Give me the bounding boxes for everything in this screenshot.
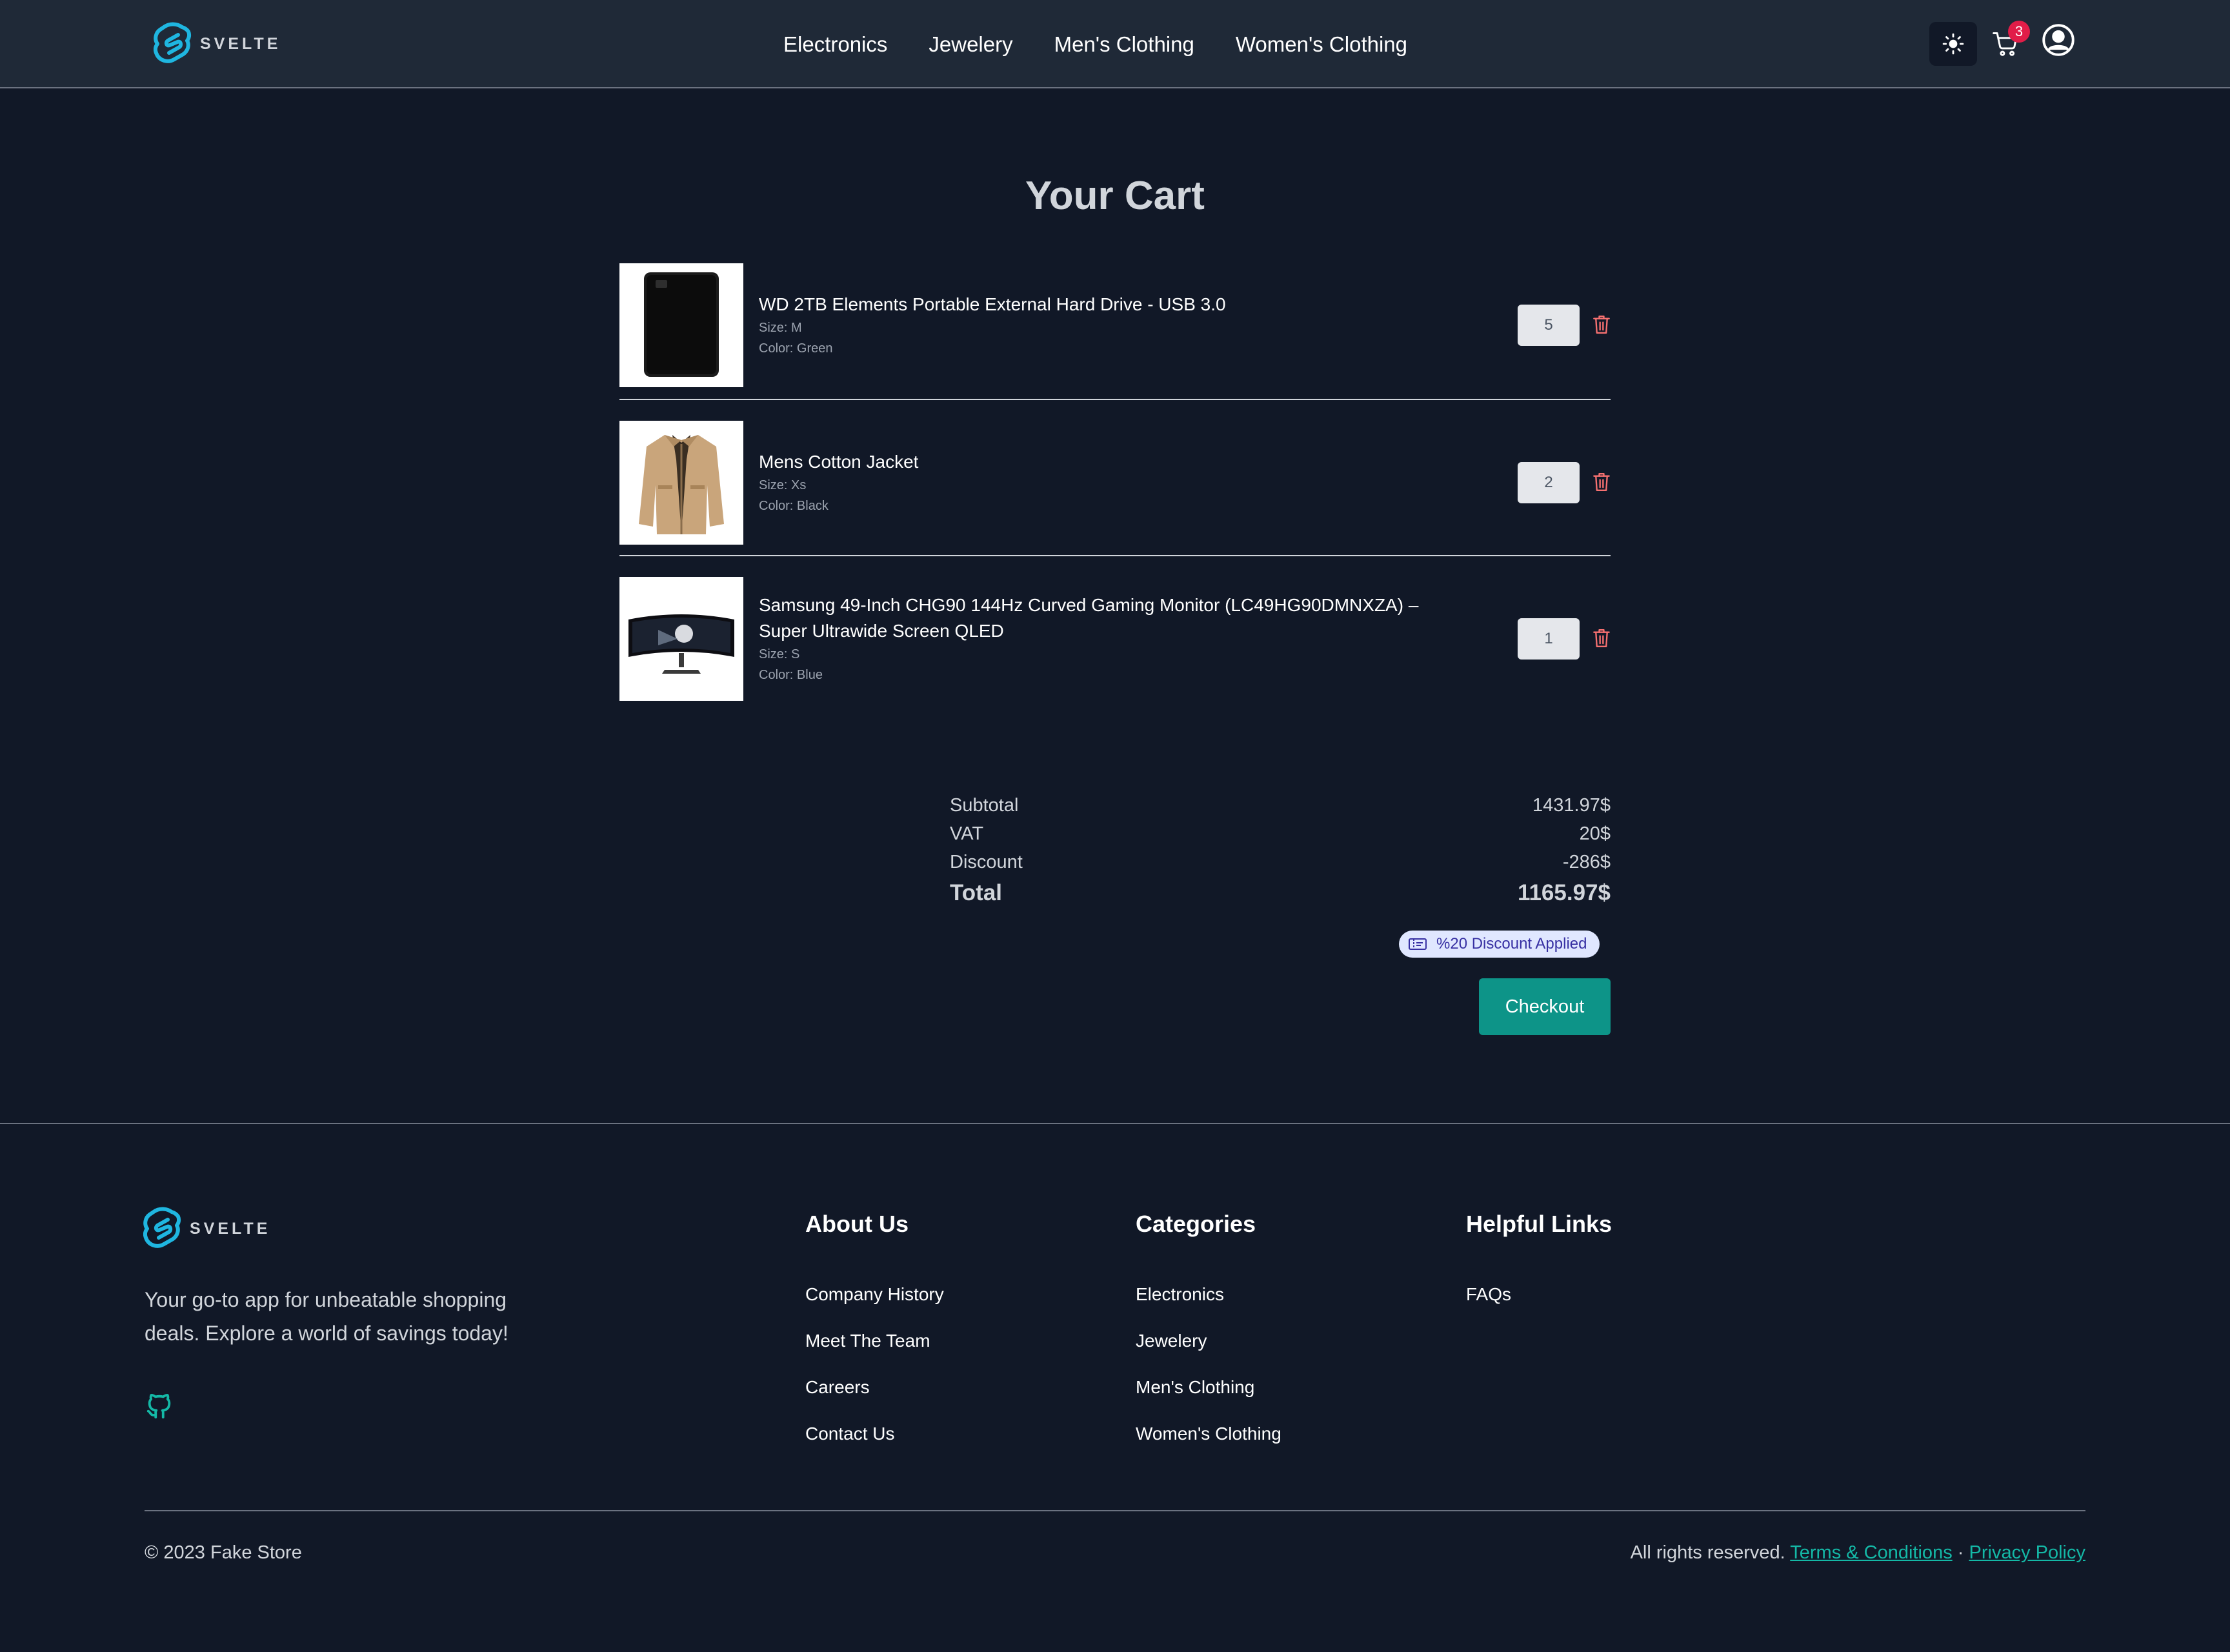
cart-count-badge: 3 bbox=[2008, 21, 2030, 43]
footer-helpful-title: Helpful Links bbox=[1466, 1211, 1612, 1237]
top-navbar: SVELTE Electronics Jewelery Men's Clothi… bbox=[0, 0, 2230, 88]
footer-categories-column: Categories Electronics Jewelery Men's Cl… bbox=[1136, 1208, 1281, 1457]
link-faqs[interactable]: FAQs bbox=[1466, 1271, 1612, 1318]
cart-item: Samsung 49-Inch CHG90 144Hz Curved Gamin… bbox=[619, 577, 1611, 701]
footer-categories-title: Categories bbox=[1136, 1211, 1256, 1237]
profile-button[interactable] bbox=[2040, 22, 2076, 58]
quantity-input[interactable]: 2 bbox=[1518, 462, 1580, 503]
cart-item-info: WD 2TB Elements Portable External Hard D… bbox=[759, 263, 1469, 387]
rights-text: All rights reserved. bbox=[1630, 1542, 1785, 1563]
discount-label: Discount bbox=[950, 852, 1023, 872]
sun-icon bbox=[1942, 33, 1964, 55]
footer-about-title: About Us bbox=[805, 1211, 909, 1237]
checkout-button[interactable]: Checkout bbox=[1479, 978, 1611, 1035]
page-title: Your Cart bbox=[1025, 174, 1205, 218]
item-name[interactable]: WD 2TB Elements Portable External Hard D… bbox=[759, 292, 1469, 317]
svelte-logo[interactable]: SVELTE bbox=[154, 21, 281, 67]
product-image-monitor[interactable] bbox=[619, 577, 743, 701]
item-name[interactable]: Samsung 49-Inch CHG90 144Hz Curved Gamin… bbox=[759, 592, 1469, 644]
main-nav: Electronics Jewelery Men's Clothing Wome… bbox=[783, 28, 1407, 61]
copyright-text: © 2023 Fake Store bbox=[145, 1542, 302, 1563]
legal-separator: · bbox=[1957, 1542, 1964, 1563]
item-size: Size: M bbox=[759, 321, 802, 335]
footer-logo-text: SVELTE bbox=[190, 1219, 271, 1238]
nav-womens-clothing[interactable]: Women's Clothing bbox=[1236, 32, 1407, 57]
footer-tagline: Your go-to app for unbeatable shopping d… bbox=[145, 1288, 508, 1345]
subtotal-row: Subtotal 1431.97$ bbox=[950, 791, 1611, 820]
order-summary: Subtotal 1431.97$ VAT 20$ Discount -286$… bbox=[950, 791, 1611, 910]
product-image-hard-drive[interactable] bbox=[619, 263, 743, 387]
github-icon[interactable] bbox=[145, 1391, 174, 1421]
total-row: Total 1165.97$ bbox=[950, 876, 1611, 910]
item-name[interactable]: Mens Cotton Jacket bbox=[759, 449, 1469, 475]
item-color: Color: Green bbox=[759, 341, 833, 356]
user-circle-icon bbox=[2042, 24, 2074, 56]
item-divider bbox=[619, 399, 1611, 400]
quantity-input[interactable]: 1 bbox=[1518, 618, 1580, 660]
footer-bottom-divider bbox=[145, 1510, 2085, 1511]
discount-badge: %20 Discount Applied bbox=[1399, 931, 1600, 958]
nav-jewelery[interactable]: Jewelery bbox=[929, 32, 1012, 57]
link-mens-clothing[interactable]: Men's Clothing bbox=[1136, 1364, 1281, 1411]
item-color: Color: Black bbox=[759, 499, 829, 513]
monitor-image bbox=[628, 614, 734, 674]
trash-icon[interactable] bbox=[1592, 471, 1611, 493]
quantity-input[interactable]: 5 bbox=[1518, 305, 1580, 346]
legal-links: All rights reserved. Terms & Conditions … bbox=[1631, 1542, 2085, 1564]
footer-helpful-column: Helpful Links FAQs bbox=[1466, 1208, 1612, 1318]
cart-item: Mens Cotton Jacket Size: Xs Color: Black… bbox=[619, 421, 1611, 545]
cart-item-info: Samsung 49-Inch CHG90 144Hz Curved Gamin… bbox=[759, 577, 1469, 701]
discount-value: -286$ bbox=[1562, 852, 1611, 872]
ticket-icon bbox=[1409, 938, 1427, 950]
svelte-logo-icon bbox=[154, 22, 192, 63]
hard-drive-image bbox=[644, 272, 719, 377]
link-meet-the-team[interactable]: Meet The Team bbox=[805, 1318, 944, 1364]
trash-icon[interactable] bbox=[1592, 314, 1611, 336]
cart-item-info: Mens Cotton Jacket Size: Xs Color: Black bbox=[759, 421, 1469, 545]
nav-mens-clothing[interactable]: Men's Clothing bbox=[1054, 32, 1194, 57]
theme-toggle-button[interactable] bbox=[1929, 22, 1977, 66]
footer-about-column: About Us Company History Meet The Team C… bbox=[805, 1208, 944, 1457]
logo-text: SVELTE bbox=[200, 34, 281, 53]
vat-value: 20$ bbox=[1579, 823, 1611, 844]
total-value: 1165.97$ bbox=[1517, 880, 1611, 905]
subtotal-value: 1431.97$ bbox=[1532, 795, 1611, 816]
item-size: Size: S bbox=[759, 647, 800, 661]
subtotal-label: Subtotal bbox=[950, 795, 1019, 816]
link-womens-clothing[interactable]: Women's Clothing bbox=[1136, 1411, 1281, 1457]
trash-icon[interactable] bbox=[1592, 627, 1611, 649]
discount-row: Discount -286$ bbox=[950, 848, 1611, 876]
nav-electronics[interactable]: Electronics bbox=[783, 32, 887, 57]
link-jewelery[interactable]: Jewelery bbox=[1136, 1318, 1281, 1364]
link-careers[interactable]: Careers bbox=[805, 1364, 944, 1411]
privacy-link[interactable]: Privacy Policy bbox=[1969, 1542, 2086, 1563]
terms-link[interactable]: Terms & Conditions bbox=[1790, 1542, 1952, 1563]
discount-badge-text: %20 Discount Applied bbox=[1436, 935, 1587, 952]
cart-item: WD 2TB Elements Portable External Hard D… bbox=[619, 263, 1611, 387]
product-image-jacket[interactable] bbox=[619, 421, 743, 545]
item-divider bbox=[619, 555, 1611, 556]
footer-divider bbox=[0, 1123, 2230, 1124]
jacket-image bbox=[639, 435, 724, 534]
vat-row: VAT 20$ bbox=[950, 820, 1611, 848]
link-electronics[interactable]: Electronics bbox=[1136, 1271, 1281, 1318]
link-company-history[interactable]: Company History bbox=[805, 1271, 944, 1318]
item-color: Color: Blue bbox=[759, 668, 823, 682]
item-size: Size: Xs bbox=[759, 478, 807, 492]
link-contact-us[interactable]: Contact Us bbox=[805, 1411, 944, 1457]
vat-label: VAT bbox=[950, 823, 984, 844]
total-label: Total bbox=[950, 880, 1003, 905]
svelte-logo-icon bbox=[143, 1207, 181, 1248]
footer-svelte-logo[interactable]: SVELTE bbox=[143, 1205, 270, 1252]
